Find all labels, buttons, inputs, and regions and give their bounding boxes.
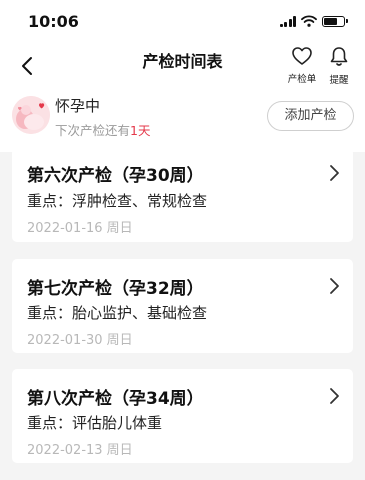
- heart-icon: [292, 47, 312, 65]
- signal-icon: [279, 15, 296, 27]
- bell-icon: [330, 47, 348, 66]
- checkup-focus: 重点：浮肿检查、常规检查: [27, 192, 208, 210]
- checkup-card[interactable]: 第六次产检（孕30周） 重点：浮肿检查、常规检查 2022-01-16 周日: [12, 148, 353, 242]
- chevron-right-icon: [330, 278, 339, 294]
- checkup-card[interactable]: 第八次产检（孕34周） 重点：评估胎儿体重 2022-02-13 周日: [12, 369, 353, 463]
- checkup-focus: 重点：评估胎儿体重: [27, 414, 163, 432]
- nav-bar: 产检时间表 产检单 提醒: [0, 44, 365, 88]
- checkup-date: 2022-01-16 周日: [27, 221, 133, 236]
- avatar: [12, 96, 50, 134]
- checkup-date: 2022-01-30 周日: [27, 333, 133, 348]
- reminder-button[interactable]: 提醒: [322, 46, 356, 86]
- chevron-right-icon: [330, 165, 339, 181]
- user-status-row: 怀孕中 下次产检还有1天 添加产检: [0, 88, 365, 148]
- reminder-label: 提醒: [329, 75, 349, 86]
- wifi-icon: [301, 15, 317, 27]
- checkup-date: 2022-02-13 周日: [27, 443, 133, 458]
- checkup-title: 第六次产检（孕30周）: [27, 166, 204, 186]
- pregnancy-stage: 怀孕中: [55, 97, 101, 115]
- days-remaining: 1天: [130, 123, 151, 138]
- checkup-list-label: 产检单: [287, 74, 317, 85]
- checkup-focus: 重点：胎心监护、基础检查: [27, 304, 208, 322]
- top-header-area: 10:06 产检时间表 产检单 提醒 怀孕中 下次产检还有1天 添加产检: [0, 0, 365, 152]
- next-checkup-prefix: 下次产检还有: [55, 123, 131, 138]
- checkup-list-button[interactable]: 产检单: [285, 46, 319, 85]
- status-time: 10:06: [28, 12, 79, 31]
- status-icons: [279, 15, 348, 27]
- checkup-card[interactable]: 第七次产检（孕32周） 重点：胎心监护、基础检查 2022-01-30 周日: [12, 259, 353, 353]
- next-checkup-countdown: 下次产检还有1天: [55, 120, 150, 139]
- add-checkup-button[interactable]: 添加产检: [267, 101, 354, 131]
- checkup-title: 第七次产检（孕32周）: [27, 279, 204, 299]
- chevron-right-icon: [330, 388, 339, 404]
- battery-icon: [322, 15, 348, 27]
- pregnancy-avatar-icon: [12, 96, 50, 134]
- status-bar: 10:06: [0, 0, 365, 44]
- checkup-title: 第八次产检（孕34周）: [27, 389, 204, 409]
